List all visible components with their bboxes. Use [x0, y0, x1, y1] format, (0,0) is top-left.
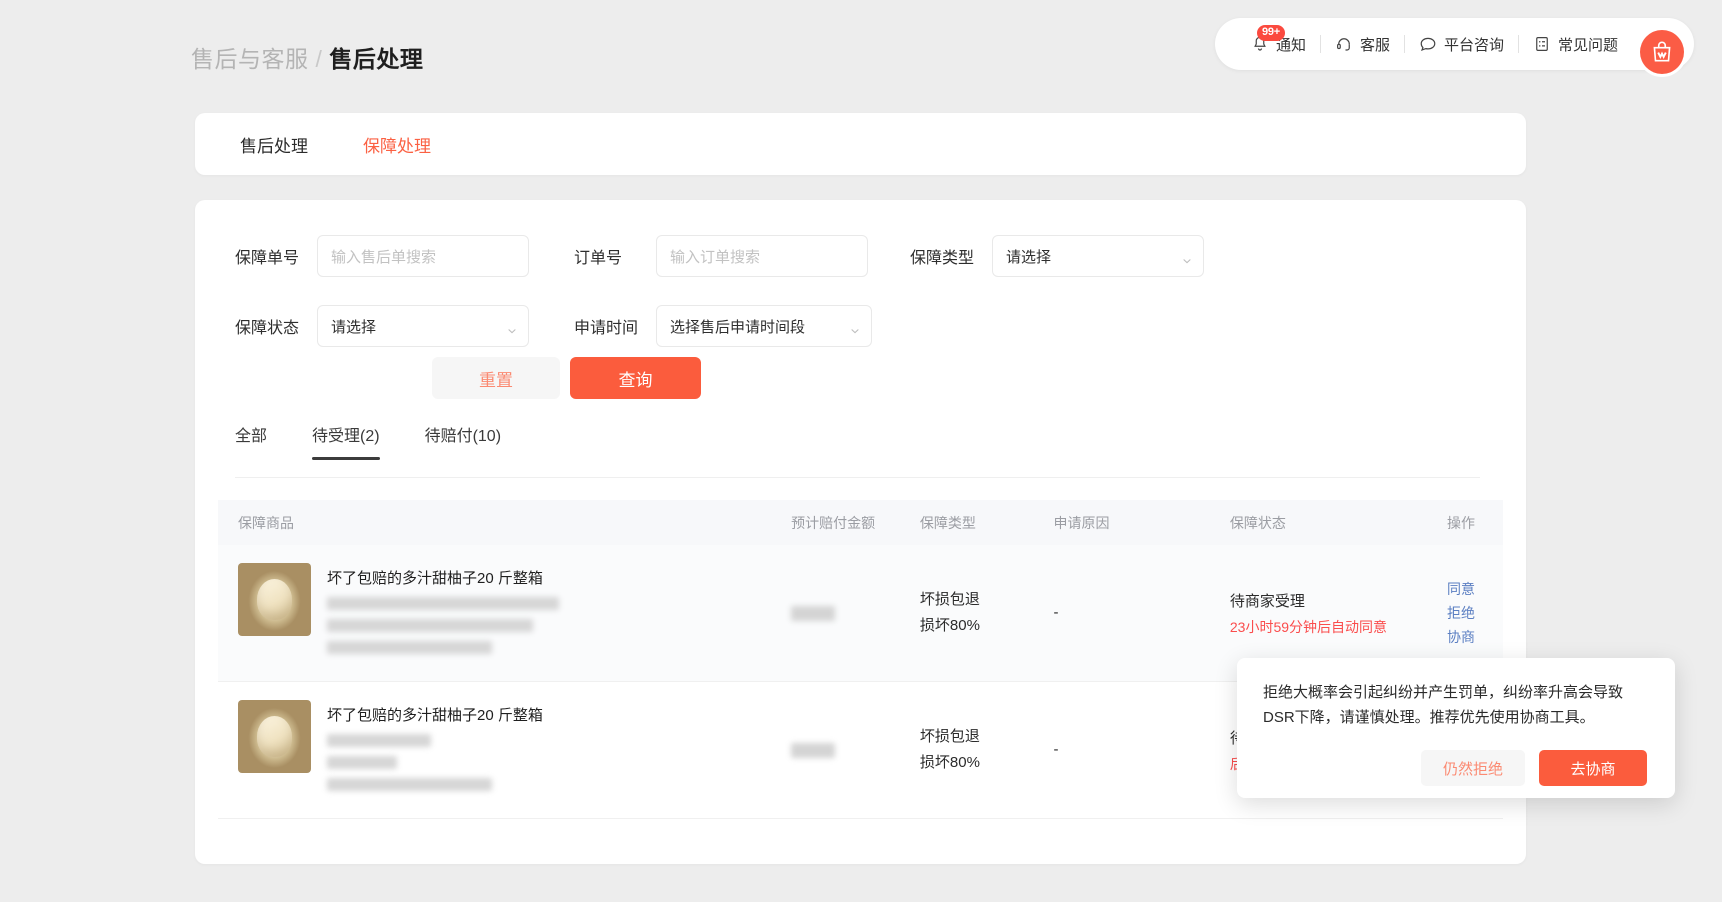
header-item-label: 平台咨询: [1444, 34, 1504, 55]
cell-reason: -: [1053, 545, 1229, 681]
field-label: 保障类型: [910, 244, 992, 268]
column-header-reason: 申请原因: [1053, 513, 1229, 533]
subtab-pending-accept[interactable]: 待受理(2): [312, 422, 380, 460]
notification-badge: 99+: [1257, 25, 1285, 41]
type-line-1: 坏损包退: [920, 587, 980, 613]
chat-bubble-icon: [1419, 35, 1437, 53]
field-label: 保障单号: [235, 244, 317, 268]
search-form: 保障单号 输入售后单搜索 订单号 输入订单搜索 保障类型 请选择: [235, 235, 1204, 375]
form-buttons: 重置 查询: [432, 357, 701, 399]
cell-type: 坏损包退 损坏80%: [920, 545, 1054, 681]
cell-amount: [791, 545, 920, 681]
type-line-1: 坏损包退: [920, 724, 980, 750]
product-meta-redacted: [327, 619, 533, 632]
tab-guarantee[interactable]: 保障处理: [363, 132, 431, 157]
status-badge: 待商家受理: [1230, 590, 1387, 611]
header-item-customer-service[interactable]: 客服: [1321, 34, 1404, 55]
field-apply-time: 申请时间 选择售后申请时间段: [574, 305, 872, 347]
header-actions: 通知 99+ 客服: [1215, 18, 1694, 70]
subtab-all[interactable]: 全部: [235, 422, 267, 460]
negotiate-link[interactable]: 协商: [1447, 627, 1475, 647]
main-tabs: 售后处理 保障处理: [195, 113, 1526, 175]
search-form-row-2: 保障状态 请选择 申请时间 选择售后申请时间段: [235, 305, 1204, 347]
popover-message: 拒绝大概率会引起纠纷并产生罚单，纠纷率升高会导致DSR下降，请谨慎处理。推荐优先…: [1263, 680, 1649, 730]
select-value: 请选择: [1006, 246, 1051, 267]
go-negotiate-button[interactable]: 去协商: [1539, 750, 1647, 786]
field-guarantee-type: 保障类型 请选择: [910, 235, 1204, 277]
select-value: 选择售后申请时间段: [670, 316, 805, 337]
cell-amount: [791, 682, 920, 818]
field-label: 订单号: [574, 244, 656, 268]
breadcrumb: 售后与客服 /售后处理: [191, 40, 423, 74]
field-label: 保障状态: [235, 314, 317, 338]
header-item-label: 客服: [1360, 34, 1390, 55]
cell-product: 坏了包赔的多汁甜柚子20 斤整箱: [218, 545, 791, 681]
search-button[interactable]: 查询: [570, 357, 701, 399]
column-header-type: 保障类型: [920, 513, 1054, 533]
header-item-faq[interactable]: 常见问题: [1519, 34, 1632, 55]
product-title: 坏了包赔的多汁甜柚子20 斤整箱: [327, 567, 559, 588]
still-reject-button[interactable]: 仍然拒绝: [1421, 750, 1525, 786]
document-list-icon: [1533, 35, 1551, 53]
product-thumbnail[interactable]: [238, 563, 311, 636]
column-header-amount: 预计赔付金额: [791, 513, 920, 533]
cell-reason: -: [1053, 682, 1229, 818]
breadcrumb-current: 售后处理: [329, 46, 423, 72]
reason-value: -: [1053, 600, 1058, 626]
field-guarantee-no: 保障单号 输入售后单搜索: [235, 235, 529, 277]
apply-time-select[interactable]: 选择售后申请时间段: [656, 305, 872, 347]
header-item-notification[interactable]: 通知 99+: [1237, 34, 1320, 55]
status-countdown: 23小时59分钟后自动同意: [1230, 617, 1387, 637]
field-order-no: 订单号 输入订单搜索: [574, 235, 868, 277]
chevron-down-icon: [1182, 253, 1191, 262]
field-label: 申请时间: [574, 314, 656, 338]
reject-link[interactable]: 拒绝: [1447, 603, 1475, 623]
agree-link[interactable]: 同意: [1447, 579, 1475, 599]
tabs-card: 售后处理 保障处理: [195, 113, 1526, 175]
breadcrumb-separator: /: [316, 46, 323, 72]
reason-value: -: [1053, 737, 1058, 763]
table-header: 保障商品 预计赔付金额 保障类型 申请原因 保障状态 操作: [218, 500, 1503, 545]
product-meta-redacted: [327, 641, 492, 654]
header-item-label: 常见问题: [1558, 34, 1618, 55]
column-header-status: 保障状态: [1230, 513, 1406, 533]
search-form-row-1: 保障单号 输入售后单搜索 订单号 输入订单搜索 保障类型 请选择: [235, 235, 1204, 277]
product-title: 坏了包赔的多汁甜柚子20 斤整箱: [327, 704, 543, 725]
product-meta-redacted: [327, 778, 492, 791]
cell-type: 坏损包退 损坏80%: [920, 682, 1054, 818]
shop-logo-icon[interactable]: [1640, 30, 1684, 74]
app-root: 售后与客服/售后处理 通知 99+: [0, 0, 1722, 902]
field-guarantee-status: 保障状态 请选择: [235, 305, 529, 347]
guarantee-no-input[interactable]: 输入售后单搜索: [317, 235, 529, 277]
type-line-2: 损坏80%: [920, 613, 980, 639]
order-no-input[interactable]: 输入订单搜索: [656, 235, 868, 277]
subtabs-divider: [235, 477, 1480, 478]
guarantee-type-select[interactable]: 请选择: [992, 235, 1204, 277]
column-header-product: 保障商品: [218, 513, 791, 533]
headset-icon: [1335, 35, 1353, 53]
amount-redacted: [791, 743, 835, 758]
chevron-down-icon: [850, 323, 859, 332]
guarantee-status-select[interactable]: 请选择: [317, 305, 529, 347]
product-meta-redacted: [327, 734, 431, 747]
popover-buttons: 仍然拒绝 去协商: [1263, 750, 1649, 786]
product-meta-redacted: [327, 756, 397, 769]
header-item-platform-consult[interactable]: 平台咨询: [1405, 34, 1518, 55]
column-header-ops: 操作: [1406, 513, 1503, 533]
chevron-down-icon: [507, 323, 516, 332]
subtab-pending-payout[interactable]: 待赔付(10): [425, 422, 501, 460]
cell-product: 坏了包赔的多汁甜柚子20 斤整箱: [218, 682, 791, 818]
amount-redacted: [791, 606, 835, 621]
type-line-2: 损坏80%: [920, 750, 980, 776]
tab-aftersale[interactable]: 售后处理: [240, 132, 308, 157]
breadcrumb-parent[interactable]: 售后与客服: [191, 46, 309, 72]
reset-button[interactable]: 重置: [432, 357, 560, 399]
page-header: 售后与客服 /售后处理 通知 99+: [0, 0, 1722, 98]
reject-warning-popover: 拒绝大概率会引起纠纷并产生罚单，纠纷率升高会导致DSR下降，请谨慎处理。推荐优先…: [1237, 658, 1675, 798]
product-meta-redacted: [327, 597, 559, 610]
product-thumbnail[interactable]: [238, 700, 311, 773]
sub-tabs: 全部 待受理(2) 待赔付(10): [235, 422, 501, 460]
select-value: 请选择: [331, 316, 376, 337]
